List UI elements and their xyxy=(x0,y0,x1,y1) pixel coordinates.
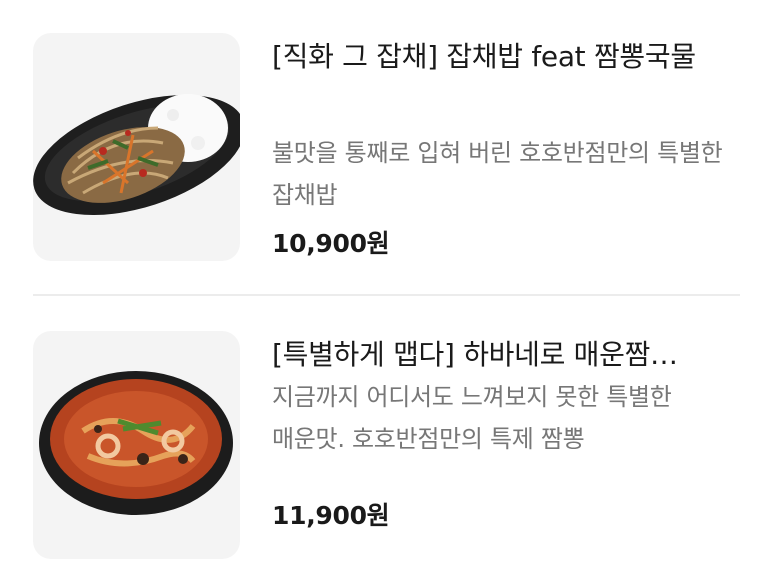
jjamppong-bowl-icon xyxy=(39,371,233,515)
menu-item-description: 지금까지 어디서도 느껴보지 못한 특별한 매운맛. 호호반점만의 특제 짬뽕 xyxy=(272,383,672,453)
menu-item-title: [직화 그 잡채] 잡채밥 feat 짬뽕국물 xyxy=(272,40,696,73)
menu-item-description: 불맛을 통째로 입혀 버린 호호반점만의 특별한 잡채밥 xyxy=(272,139,723,209)
jjamppong-image xyxy=(33,331,240,559)
menu-item-title: [특별하게 맵다] 하바네로 매운짬… xyxy=(272,338,678,371)
item-divider xyxy=(33,294,740,296)
menu-item-price: 11,900원 xyxy=(272,501,390,530)
menu-item[interactable]: [직화 그 잡채] 잡채밥 feat 짬뽕국물 불맛을 통째로 입혀 버린 호호… xyxy=(0,30,773,265)
japchae-rice-image xyxy=(33,33,240,261)
menu-item[interactable]: [특별하게 맵다] 하바네로 매운짬… 지금까지 어디서도 느껴보지 못한 특별… xyxy=(0,328,773,563)
japchae-rice-icon xyxy=(33,94,240,216)
menu-item-price: 10,900원 xyxy=(272,229,390,258)
